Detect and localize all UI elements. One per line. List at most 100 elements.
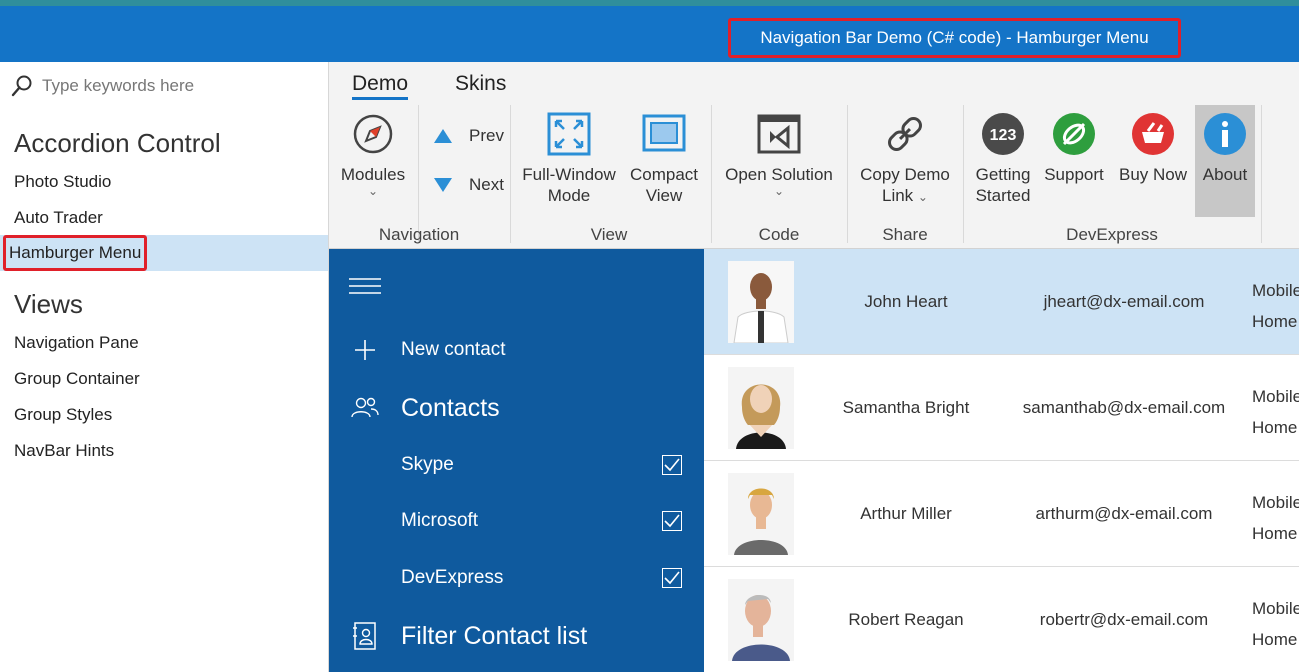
- prev-button[interactable]: Prev: [433, 126, 504, 146]
- next-label: Next: [469, 175, 504, 194]
- search-box[interactable]: [10, 72, 310, 100]
- table-row[interactable]: Samantha Bright samanthab@dx-email.com M…: [704, 355, 1299, 461]
- group-header-views[interactable]: Views: [14, 289, 83, 320]
- sidebar-item-navbar-hints[interactable]: NavBar Hints: [0, 433, 328, 469]
- sidebar-item-label: Navigation Pane: [14, 333, 139, 352]
- ribbon: Demo Skins Modules ⌄ Prev Next Navigatio…: [329, 62, 1299, 249]
- separator: [1261, 105, 1262, 243]
- separator: [963, 105, 964, 243]
- next-button[interactable]: Next: [433, 175, 504, 195]
- tab-demo[interactable]: Demo: [352, 72, 409, 100]
- filter-contact-list-item[interactable]: Filter Contact list: [329, 617, 704, 655]
- filter-item-microsoft[interactable]: Microsoft: [329, 506, 704, 536]
- checkmark-icon: [664, 458, 680, 472]
- table-row[interactable]: John Heart jheart@dx-email.com Mobile Hom…: [704, 249, 1299, 355]
- window-title: Navigation Bar Demo (C# code) - Hamburge…: [728, 18, 1181, 58]
- contact-email: robertr@dx-email.com: [1039, 610, 1209, 629]
- triangle-down-icon: [434, 178, 452, 192]
- sidebar-item-label: Group Styles: [14, 405, 113, 424]
- compass-icon: [353, 114, 393, 154]
- contact-list: John Heart jheart@dx-email.com Mobile Hom…: [704, 249, 1299, 672]
- separator: [847, 105, 848, 243]
- sidebar-item-hamburger-menu[interactable]: Hamburger Menu: [0, 235, 328, 271]
- sidebar-item-group-styles[interactable]: Group Styles: [0, 397, 328, 433]
- open-solution-button[interactable]: Open Solution ⌄: [717, 110, 841, 197]
- sidebar-item-label: Group Container: [14, 369, 140, 388]
- triangle-up-icon: [434, 129, 452, 143]
- group-label-navigation: Navigation: [378, 225, 460, 244]
- checkbox-devexpress[interactable]: [662, 568, 682, 588]
- avatar: [728, 367, 794, 449]
- filter-item-devexpress[interactable]: DevExpress: [329, 563, 704, 593]
- avatar: [728, 261, 794, 343]
- tab-skins[interactable]: Skins: [455, 72, 506, 96]
- visual-studio-icon: [757, 114, 801, 154]
- title-bar: Navigation Bar Demo (C# code) - Hamburge…: [0, 0, 1299, 62]
- checkbox-microsoft[interactable]: [662, 511, 682, 531]
- full-window-label: Full-Window: [522, 165, 616, 184]
- sidebar-item-group-container[interactable]: Group Container: [0, 361, 328, 397]
- table-row[interactable]: Robert Reagan robertr@dx-email.com Mobil…: [704, 567, 1299, 672]
- getting-started-badge: 123: [990, 127, 1017, 144]
- filter-item-skype[interactable]: Skype: [329, 450, 704, 480]
- phone-label: Mobile: [1252, 281, 1299, 300]
- separator: [711, 105, 712, 243]
- fullscreen-icon: [547, 112, 591, 156]
- phone-label: Home: [1252, 312, 1298, 331]
- getting-started-icon: 123: [982, 113, 1024, 155]
- sidebar-item-navigation-pane[interactable]: Navigation Pane: [0, 325, 328, 361]
- phone-label: Mobile: [1252, 387, 1299, 406]
- checkbox-skype[interactable]: [662, 455, 682, 475]
- sidebar-item-photo-studio[interactable]: Photo Studio: [0, 164, 328, 200]
- phone-label: Home: [1252, 630, 1298, 649]
- contact-email: jheart@dx-email.com: [1043, 292, 1205, 311]
- getting-started-label: Getting: [975, 165, 1031, 184]
- new-contact-label: New contact: [401, 339, 506, 360]
- about-button[interactable]: About: [1195, 110, 1255, 185]
- plus-icon: [355, 340, 375, 360]
- support-button[interactable]: Support: [1041, 110, 1107, 185]
- contact-name: Samantha Bright: [842, 398, 970, 417]
- checkmark-icon: [664, 571, 680, 585]
- checkmark-icon: [664, 514, 680, 528]
- group-label-devexpress: DevExpress: [1066, 225, 1158, 244]
- separator: [418, 105, 419, 243]
- sidebar: Accordion Control Photo Studio Auto Trad…: [0, 62, 329, 672]
- table-row[interactable]: Arthur Miller arthurm@dx-email.com Mobil…: [704, 461, 1299, 567]
- sidebar-item-label: Auto Trader: [14, 208, 103, 227]
- contact-card-icon: [353, 622, 376, 650]
- sidebar-item-label: NavBar Hints: [14, 441, 115, 460]
- sidebar-item-label: Hamburger Menu: [3, 235, 148, 271]
- new-contact-item[interactable]: New contact: [329, 335, 704, 365]
- phone-label: Mobile: [1252, 493, 1299, 512]
- modules-label: Modules: [340, 165, 406, 184]
- contact-name: John Heart: [864, 292, 948, 311]
- contacts-item[interactable]: Contacts: [329, 391, 704, 425]
- copy-demo-link-button[interactable]: Copy Demo Link ⌄: [853, 110, 957, 206]
- avatar: [728, 579, 794, 661]
- open-solution-label: Open Solution: [725, 165, 833, 184]
- copy-link-label: Link: [882, 186, 914, 205]
- getting-started-button[interactable]: 123 Getting Started: [969, 110, 1037, 206]
- avatar: [728, 473, 794, 555]
- contact-email: samanthab@dx-email.com: [1022, 398, 1226, 417]
- info-icon: [1204, 113, 1246, 155]
- sidebar-item-auto-trader[interactable]: Auto Trader: [0, 200, 328, 236]
- full-window-mode-button[interactable]: Full-Window Mode: [517, 110, 621, 206]
- people-icon: [351, 397, 379, 418]
- group-label-share: Share: [882, 225, 928, 244]
- sidebar-item-label: Photo Studio: [14, 172, 112, 191]
- group-header-accordion-control[interactable]: Accordion Control: [14, 128, 221, 159]
- support-icon: [1053, 113, 1095, 155]
- search-input[interactable]: [42, 76, 302, 96]
- modules-button[interactable]: Modules ⌄: [337, 110, 409, 197]
- compact-view-button[interactable]: Compact View: [625, 110, 703, 206]
- filter-label: Skype: [401, 454, 454, 475]
- contacts-label: Contacts: [401, 393, 500, 422]
- hamburger-icon[interactable]: [349, 277, 381, 295]
- buy-now-button[interactable]: Buy Now: [1115, 110, 1191, 185]
- phone-label: Mobile: [1252, 599, 1299, 618]
- support-label: Support: [1044, 165, 1104, 184]
- contact-phone: Mobile Home: [1252, 381, 1299, 443]
- filter-label: DevExpress: [401, 567, 504, 588]
